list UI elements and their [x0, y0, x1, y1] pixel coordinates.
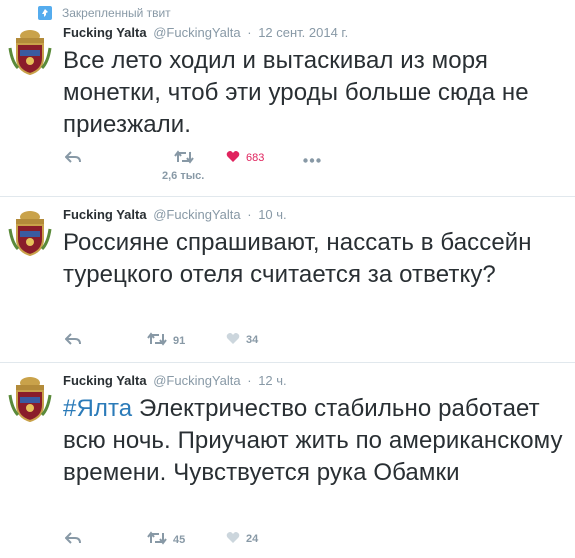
retweet-icon: [147, 531, 167, 548]
separator: ·: [247, 373, 252, 388]
like-count: 683: [246, 152, 265, 164]
more-button[interactable]: [303, 154, 321, 166]
timestamp[interactable]: 12 сент. 2014 г.: [258, 25, 348, 40]
reply-icon: [64, 332, 81, 349]
heart-icon: [226, 150, 240, 166]
more-icon: [303, 154, 321, 166]
author-name[interactable]: Fucking Yalta: [63, 207, 147, 222]
separator: ·: [247, 25, 252, 40]
tweet[interactable]: Fucking Yalta @FuckingYalta · 12 ч. #Ялт…: [0, 363, 575, 558]
tweet-header: Fucking Yalta @FuckingYalta · 12 ч.: [63, 373, 287, 388]
tweet-actions: 683 2,6 тыс.: [63, 150, 363, 182]
retweet-icon: [174, 150, 194, 167]
reply-icon: [64, 531, 81, 548]
heart-icon: [226, 332, 240, 348]
avatar[interactable]: [8, 375, 52, 423]
heart-icon: [226, 531, 240, 547]
tweet[interactable]: Fucking Yalta @FuckingYalta · 10 ч. Росс…: [0, 197, 575, 363]
separator: ·: [247, 207, 252, 222]
tweet[interactable]: Закрепленный твит Fucking Yalta @Fucking…: [0, 0, 575, 197]
like-button[interactable]: 683: [226, 150, 264, 166]
pinned-label: Закрепленный твит: [62, 6, 171, 20]
tweet-actions: 45 24: [63, 531, 363, 551]
avatar[interactable]: [8, 209, 52, 257]
tweet-header: Fucking Yalta @FuckingYalta · 10 ч.: [63, 207, 287, 222]
retweet-count: 91: [173, 334, 186, 347]
avatar[interactable]: [8, 28, 52, 76]
retweet-count: 45: [173, 533, 186, 546]
author-name[interactable]: Fucking Yalta: [63, 25, 147, 40]
author-name[interactable]: Fucking Yalta: [63, 373, 147, 388]
retweet-button[interactable]: 91: [147, 332, 185, 349]
retweet-button[interactable]: 45: [147, 531, 185, 548]
tweet-text: Все лето ходил и вытаскивал из моря моне…: [63, 47, 529, 138]
author-handle[interactable]: @FuckingYalta: [153, 373, 240, 388]
reply-button[interactable]: [64, 150, 81, 167]
reply-button[interactable]: [64, 531, 81, 548]
tweet-header: Fucking Yalta @FuckingYalta · 12 сент. 2…: [63, 25, 348, 40]
retweet-button[interactable]: [174, 150, 194, 167]
timestamp[interactable]: 12 ч.: [258, 373, 286, 388]
like-count: 24: [246, 533, 259, 545]
timestamp[interactable]: 10 ч.: [258, 207, 286, 222]
like-button[interactable]: 24: [226, 531, 258, 547]
author-handle[interactable]: @FuckingYalta: [153, 207, 240, 222]
retweet-count: 2,6 тыс.: [162, 170, 205, 182]
tweet-text: #Ялта Электричество стабильно работает в…: [63, 393, 568, 489]
tweet-actions: 91 34: [63, 332, 363, 352]
pinned-indicator: Закрепленный твит: [38, 6, 171, 20]
like-button[interactable]: 34: [226, 332, 258, 348]
tweet-text: Россияне спрашивают, нассать в бассейн т…: [63, 229, 532, 288]
reply-button[interactable]: [64, 332, 81, 349]
retweet-icon: [147, 332, 167, 349]
reply-icon: [64, 150, 81, 167]
hashtag-link[interactable]: #Ялта: [63, 395, 132, 422]
author-handle[interactable]: @FuckingYalta: [153, 25, 240, 40]
pin-icon: [38, 6, 52, 20]
tweet-body: Электричество стабильно работает всю ноч…: [63, 395, 563, 486]
like-count: 34: [246, 334, 259, 346]
